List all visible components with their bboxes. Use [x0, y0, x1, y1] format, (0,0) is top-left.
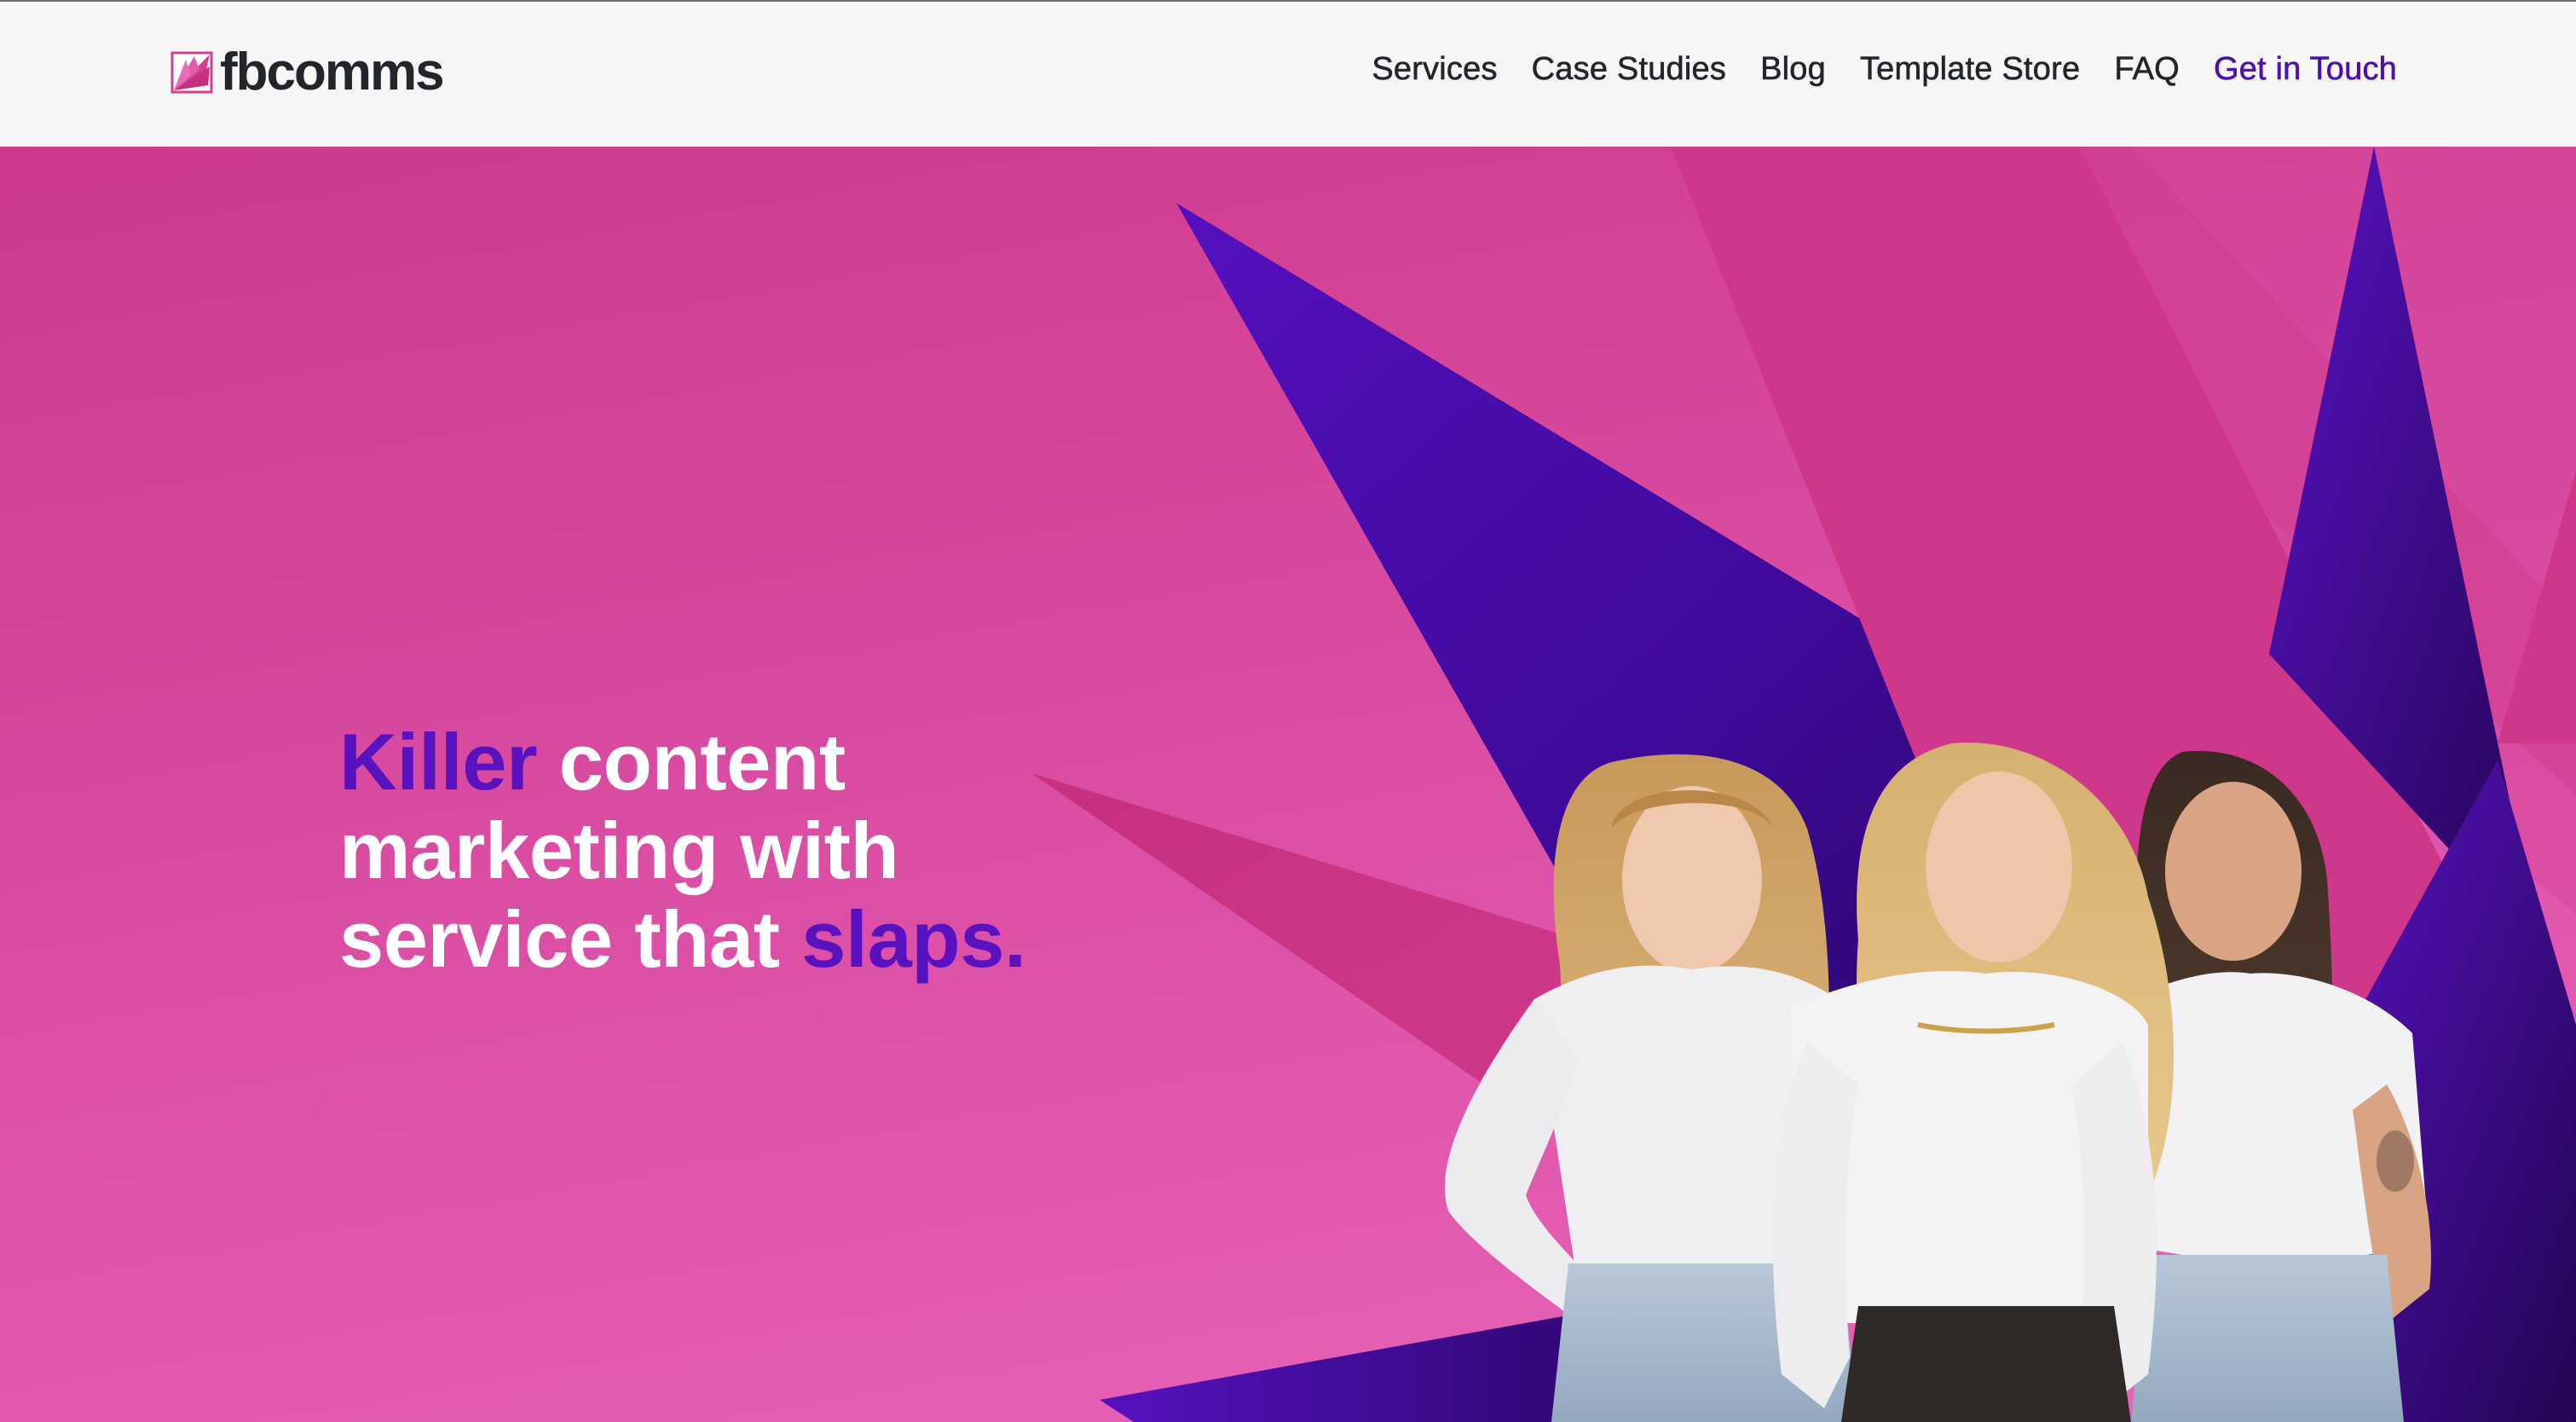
logo-wordmark: fbcomms: [220, 43, 445, 101]
site-header: fbcomms Services Case Studies Blog Templ…: [0, 0, 2576, 147]
nav-get-in-touch[interactable]: Get in Touch: [2214, 51, 2397, 88]
hero-section: Killer content marketing with service th…: [0, 147, 2576, 1422]
page: fbcomms Services Case Studies Blog Templ…: [0, 0, 2576, 1422]
nav-case-studies[interactable]: Case Studies: [1531, 51, 1726, 88]
main-nav: Services Case Studies Blog Template Stor…: [1337, 51, 2397, 88]
fbcomms-logo-icon: [170, 51, 213, 94]
nav-template-store[interactable]: Template Store: [1860, 51, 2081, 88]
person-right: [2131, 750, 2431, 1422]
nav-services[interactable]: Services: [1372, 51, 1498, 88]
nav-faq[interactable]: FAQ: [2114, 51, 2180, 88]
person-center: [1773, 743, 2174, 1422]
nav-blog[interactable]: Blog: [1760, 51, 1826, 88]
team-photo: [1444, 743, 2431, 1422]
logo-link[interactable]: fbcomms: [170, 43, 445, 101]
